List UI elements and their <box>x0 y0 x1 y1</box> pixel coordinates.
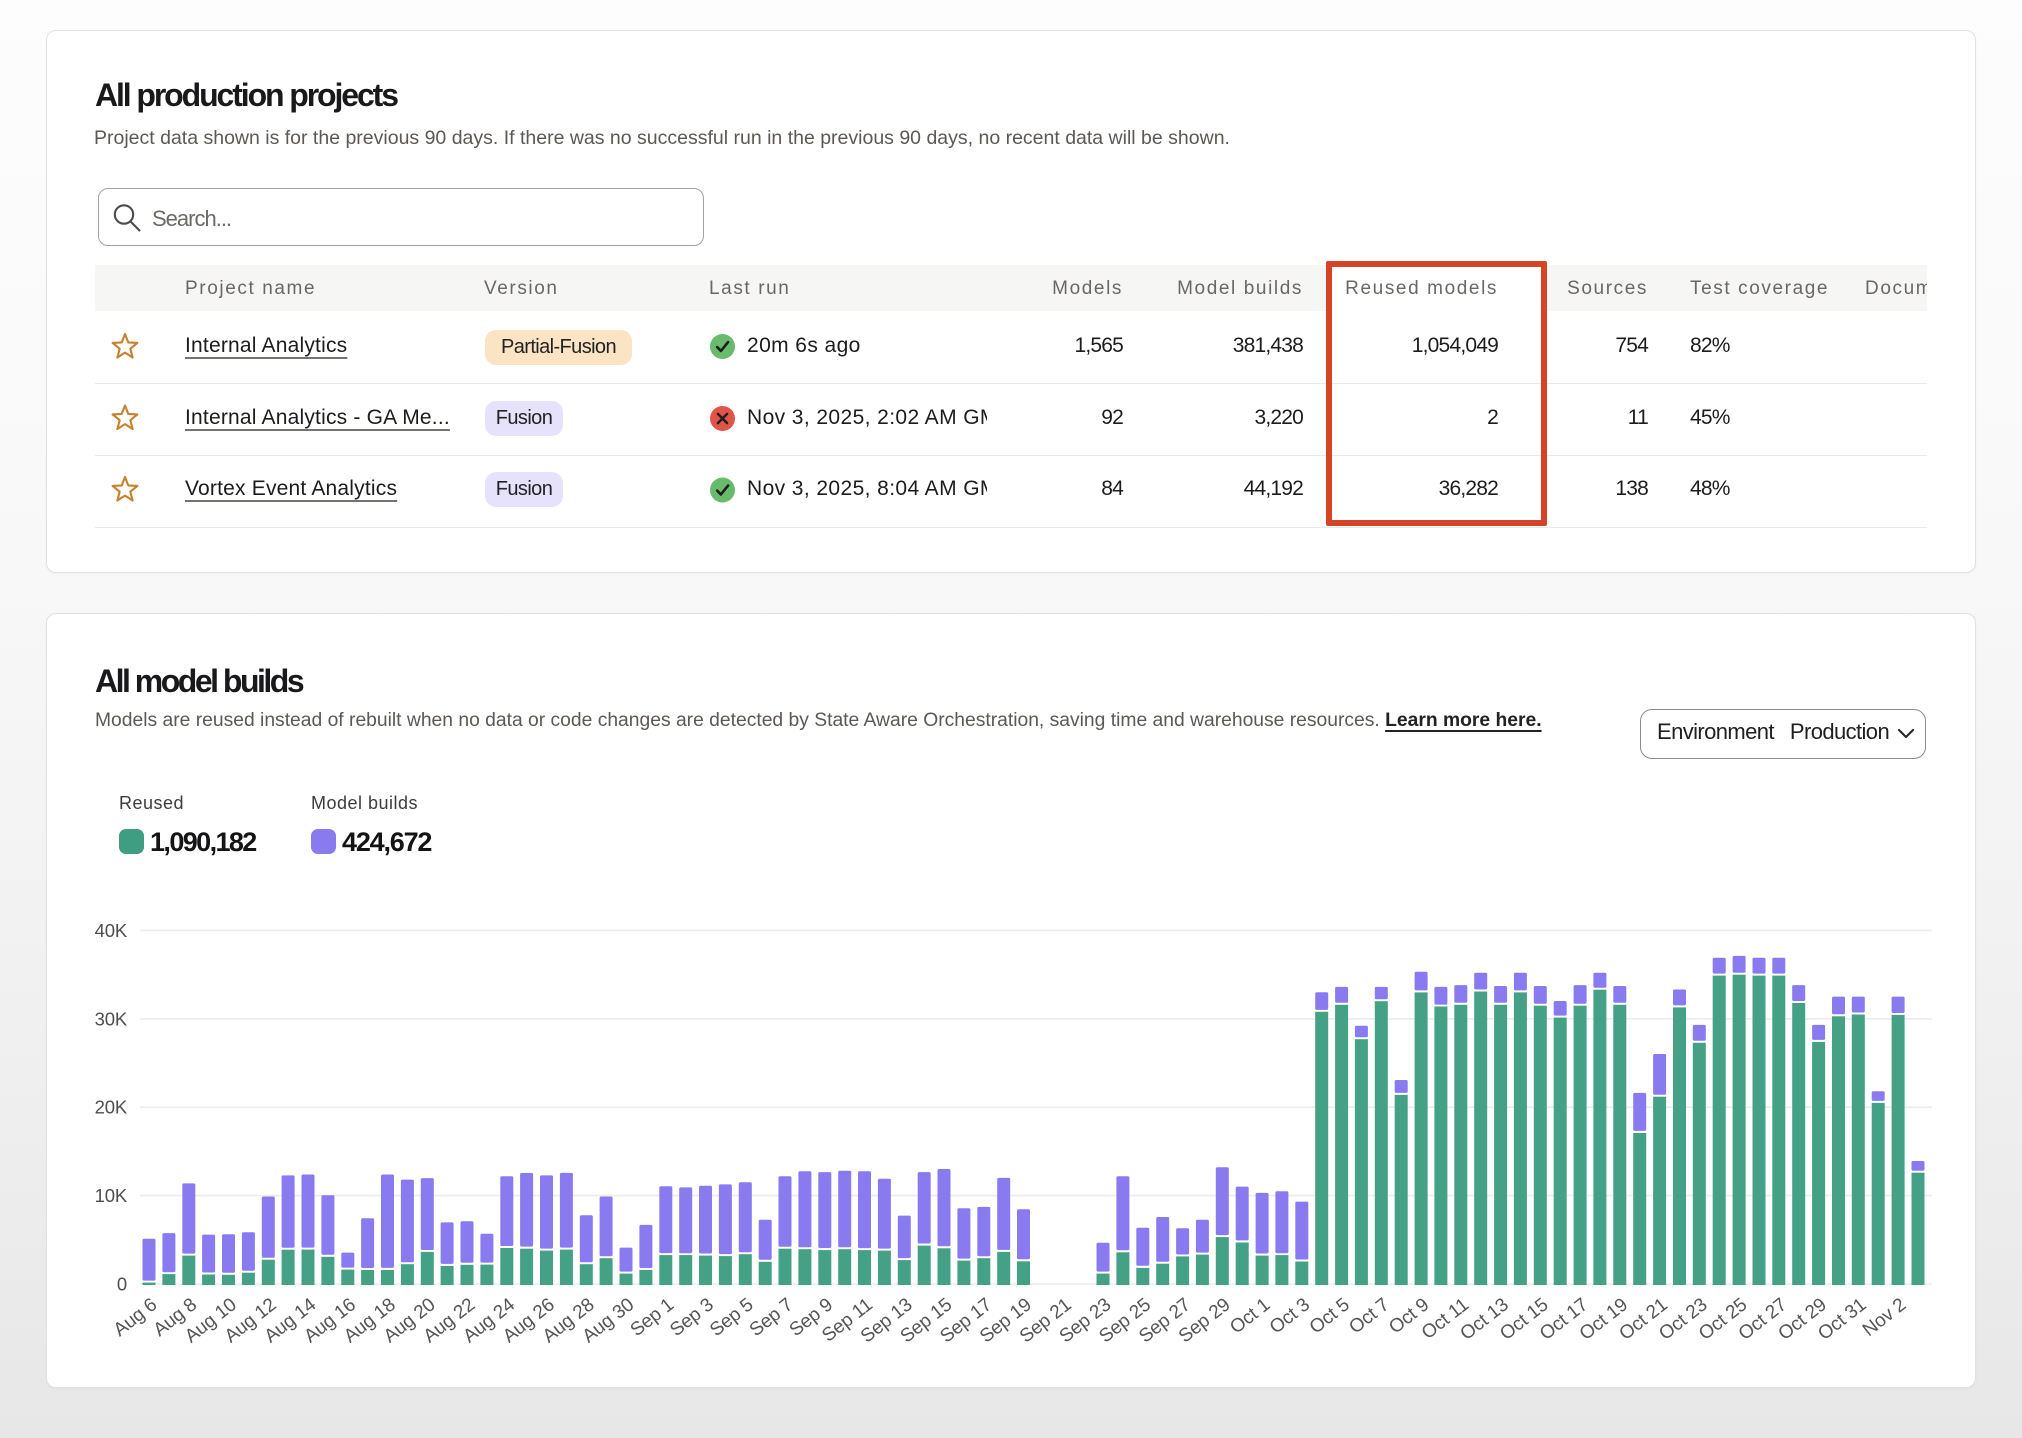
svg-text:Sep 1: Sep 1 <box>627 1294 678 1341</box>
svg-text:Sep 3: Sep 3 <box>666 1294 717 1341</box>
svg-text:20K: 20K <box>95 1097 128 1118</box>
svg-text:10K: 10K <box>95 1185 128 1206</box>
svg-text:Aug 6: Aug 6 <box>110 1294 161 1341</box>
svg-text:Sep 5: Sep 5 <box>706 1294 757 1341</box>
svg-text:Nov 2: Nov 2 <box>1859 1294 1910 1340</box>
svg-text:Oct 3: Oct 3 <box>1266 1294 1314 1338</box>
svg-text:30K: 30K <box>95 1008 128 1029</box>
svg-text:Oct 7: Oct 7 <box>1345 1294 1393 1338</box>
svg-text:Oct 5: Oct 5 <box>1306 1294 1354 1338</box>
svg-text:40K: 40K <box>95 920 128 941</box>
svg-text:0: 0 <box>117 1274 127 1295</box>
svg-text:Sep 7: Sep 7 <box>746 1294 797 1341</box>
svg-text:Oct 1: Oct 1 <box>1226 1294 1274 1338</box>
